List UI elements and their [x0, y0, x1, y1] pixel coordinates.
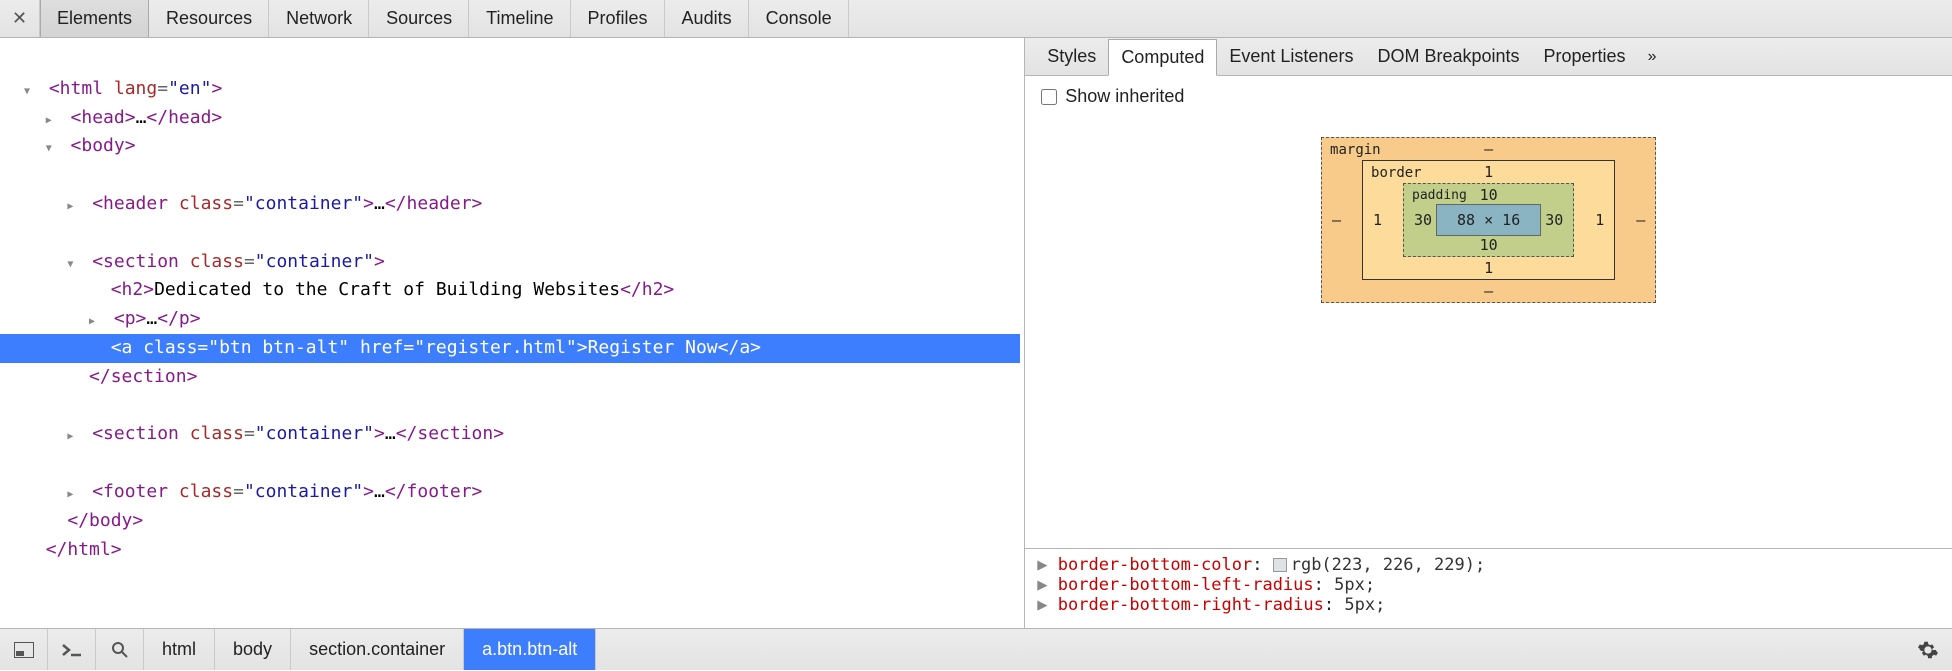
tab-console[interactable]: Console: [749, 0, 849, 37]
gear-icon[interactable]: [1904, 629, 1952, 670]
crumb-a-btn-btn-alt[interactable]: a.btn.btn-alt: [464, 629, 596, 670]
prop-row[interactable]: ▶ border-bottom-left-radius: 5px;: [1037, 575, 1940, 595]
box-model-padding[interactable]: padding 10 10 30 30 88 × 16: [1403, 183, 1574, 257]
search-icon[interactable]: [96, 629, 144, 670]
dom-tree[interactable]: <html lang="en"> <head>…</head> <body> <…: [0, 38, 1024, 572]
show-inherited-row: Show inherited: [1025, 76, 1952, 117]
dock-icon[interactable]: [0, 629, 48, 670]
rtab-computed[interactable]: Computed: [1108, 39, 1217, 76]
tab-resources[interactable]: Resources: [149, 0, 269, 37]
tab-network[interactable]: Network: [269, 0, 369, 37]
styles-panel: StylesComputedEvent ListenersDOM Breakpo…: [1025, 38, 1952, 628]
crumb-section-container[interactable]: section.container: [291, 629, 464, 670]
tab-audits[interactable]: Audits: [665, 0, 749, 37]
rtab-properties[interactable]: Properties: [1532, 38, 1638, 75]
overflow-icon[interactable]: »: [1638, 48, 1667, 66]
tab-sources[interactable]: Sources: [369, 0, 469, 37]
tab-elements[interactable]: Elements: [40, 0, 149, 37]
show-inherited-label: Show inherited: [1065, 86, 1184, 107]
elements-panel[interactable]: <html lang="en"> <head>…</head> <body> <…: [0, 38, 1025, 628]
main-area: <html lang="en"> <head>…</head> <body> <…: [0, 38, 1952, 628]
breadcrumbs: htmlbodysection.containera.btn.btn-alt: [144, 629, 596, 670]
crumb-body[interactable]: body: [215, 629, 291, 670]
rtab-styles[interactable]: Styles: [1035, 38, 1108, 75]
crumb-html[interactable]: html: [144, 629, 215, 670]
box-model[interactable]: margin – – – – border 1 1 1 1 padding 10…: [1025, 117, 1952, 548]
prop-row[interactable]: ▶ border-bottom-right-radius: 5px;: [1037, 595, 1940, 615]
rtab-dom-breakpoints[interactable]: DOM Breakpoints: [1365, 38, 1531, 75]
close-icon[interactable]: ✕: [0, 0, 40, 37]
box-model-margin[interactable]: margin – – – – border 1 1 1 1 padding 10…: [1321, 137, 1656, 303]
main-toolbar: ✕ ElementsResourcesNetworkSourcesTimelin…: [0, 0, 1952, 38]
computed-properties[interactable]: ▶ border-bottom-color: rgb(223, 226, 229…: [1025, 548, 1952, 628]
status-bar: htmlbodysection.containera.btn.btn-alt: [0, 628, 1952, 670]
right-tabs: StylesComputedEvent ListenersDOM Breakpo…: [1025, 38, 1952, 76]
tab-timeline[interactable]: Timeline: [469, 0, 570, 37]
console-icon[interactable]: [48, 629, 96, 670]
main-tabs: ElementsResourcesNetworkSourcesTimelineP…: [40, 0, 849, 37]
prop-row[interactable]: ▶ border-bottom-color: rgb(223, 226, 229…: [1037, 555, 1940, 575]
tab-profiles[interactable]: Profiles: [571, 0, 665, 37]
box-model-content[interactable]: 88 × 16: [1436, 204, 1541, 236]
rtab-event-listeners[interactable]: Event Listeners: [1217, 38, 1365, 75]
show-inherited-checkbox[interactable]: [1041, 89, 1057, 105]
box-model-border[interactable]: border 1 1 1 1 padding 10 10 30 30 88 × …: [1362, 160, 1615, 280]
